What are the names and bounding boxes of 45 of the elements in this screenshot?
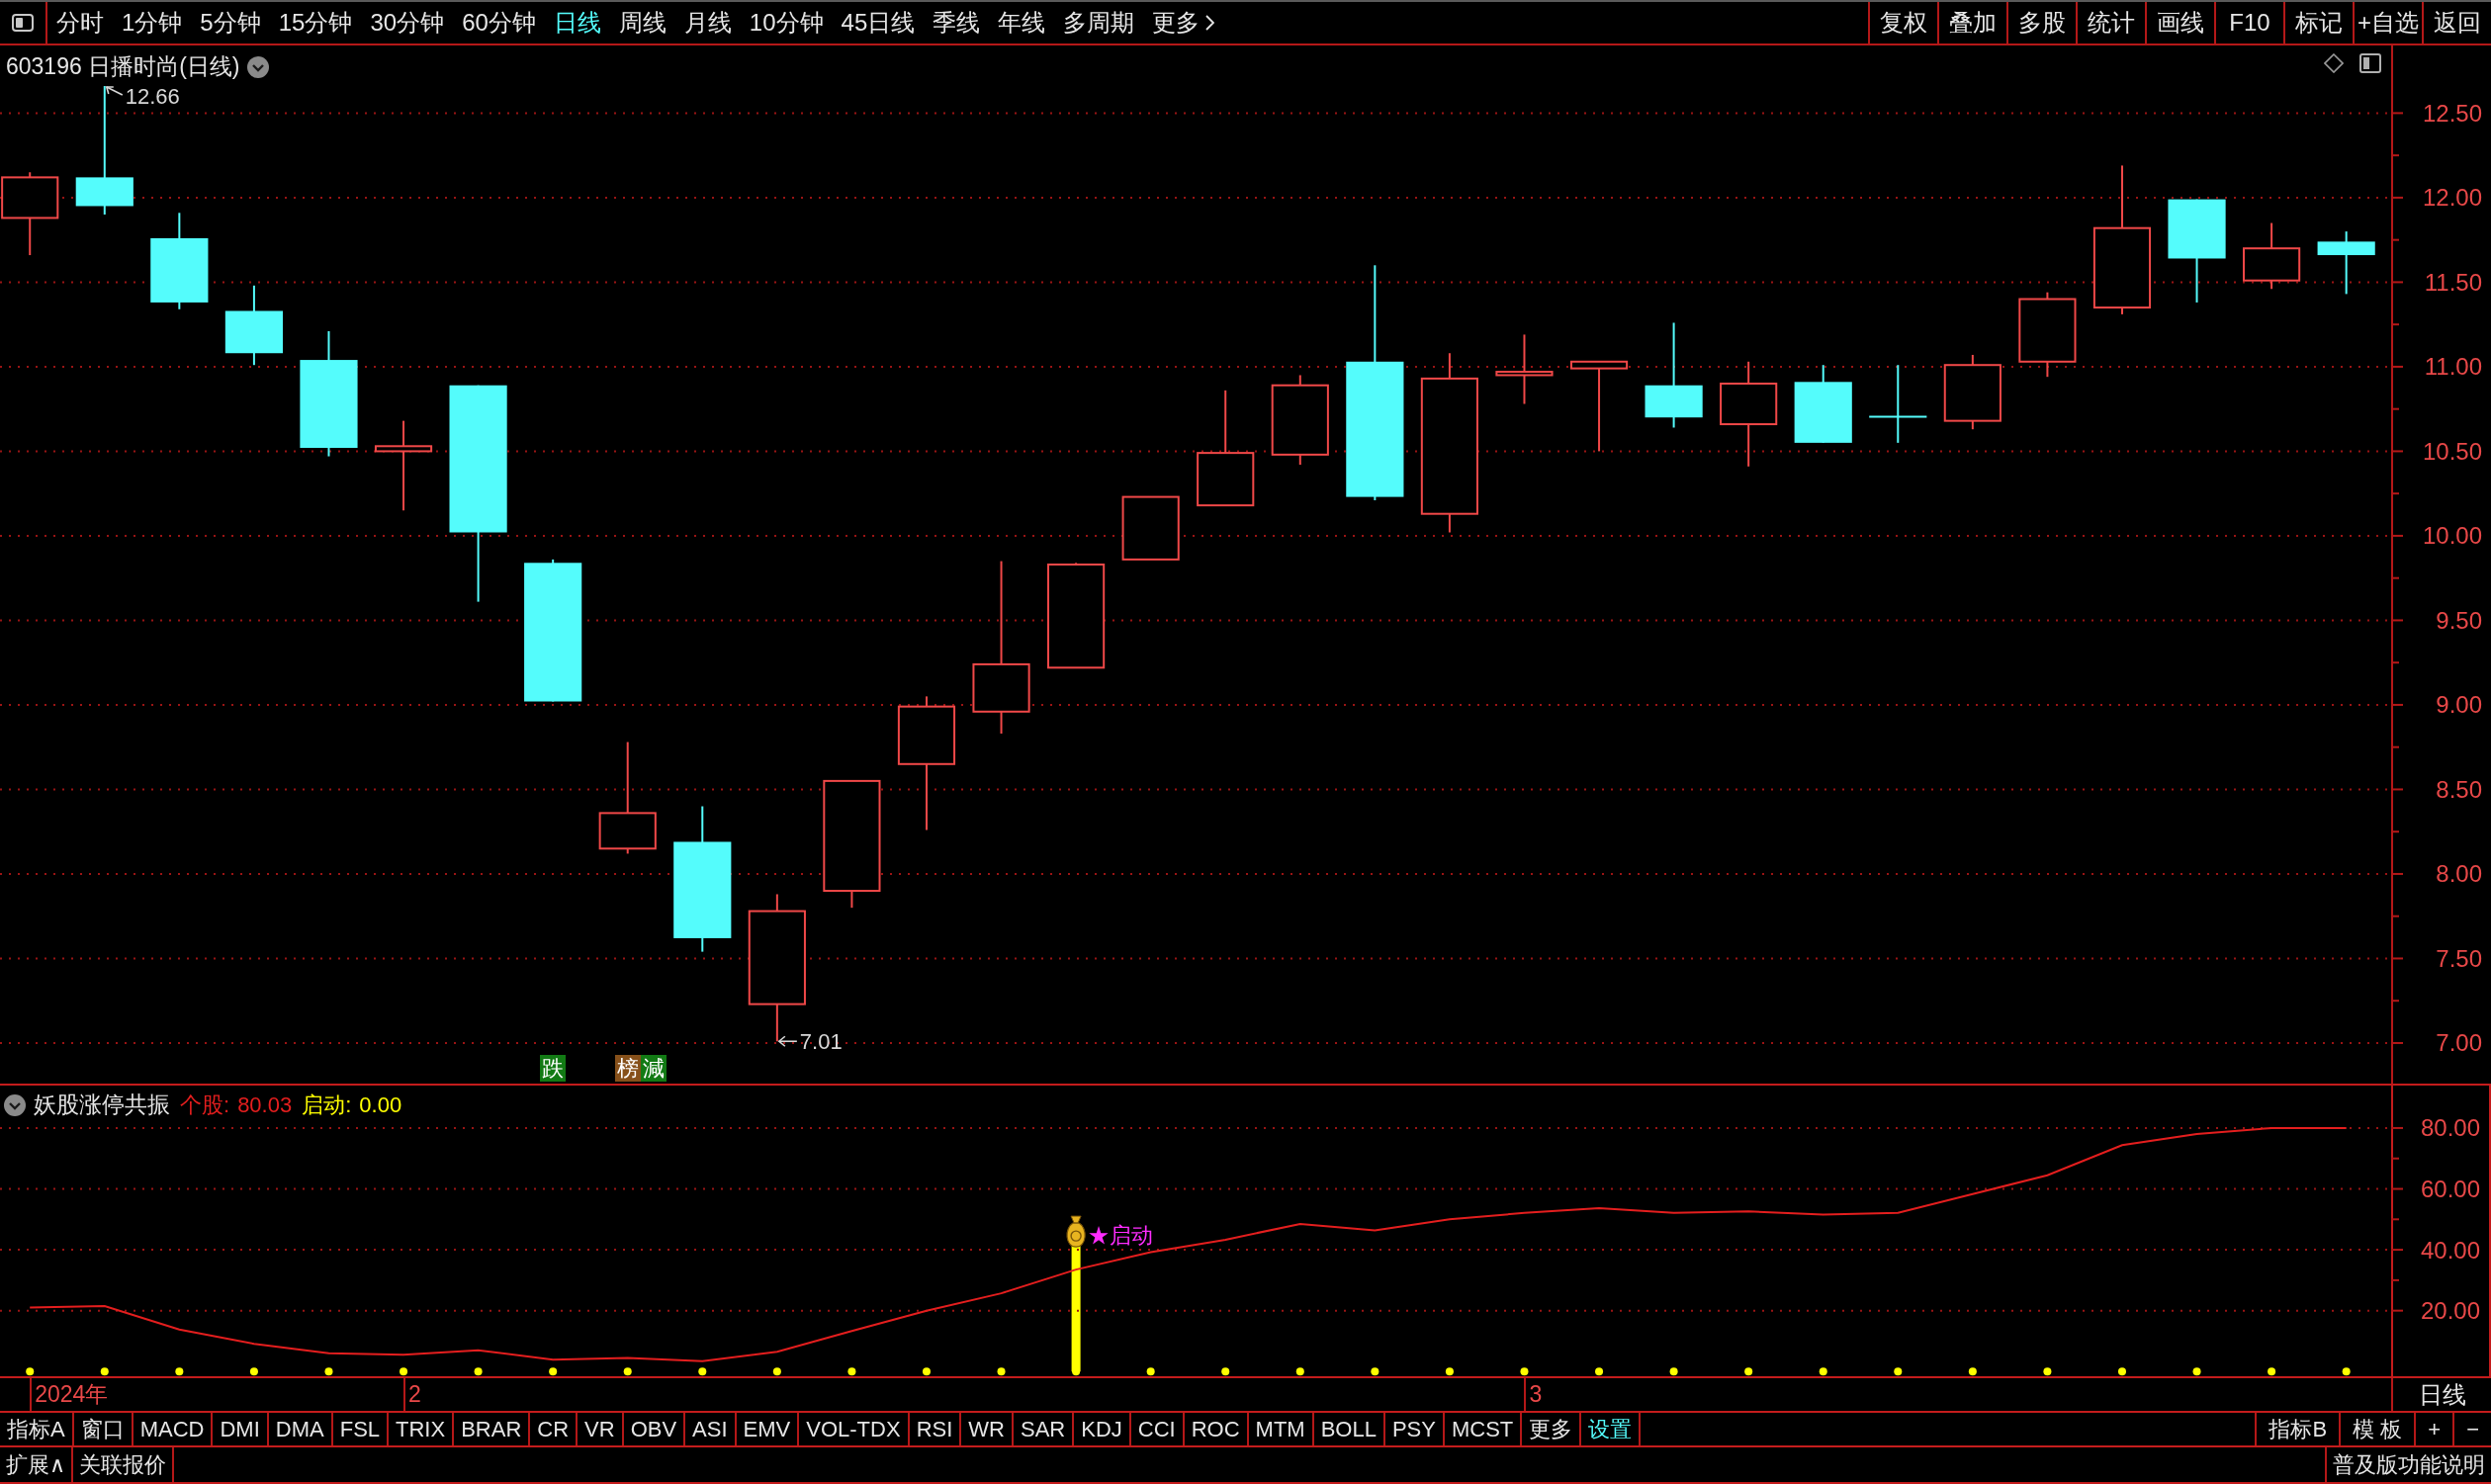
signal-tag: 榜 [614, 1055, 641, 1082]
toolbar-button[interactable]: +自选 [2353, 2, 2422, 44]
signal-label: ★启动 [1088, 1222, 1154, 1248]
y-tick-label: 80.00 [2420, 1114, 2480, 1142]
date-label: 2 [408, 1381, 421, 1408]
panel-icon[interactable] [2359, 53, 2381, 73]
axis-label: 10.00 [2422, 522, 2482, 550]
legend-name: 启动: [302, 1091, 352, 1119]
axis-label: 7.50 [2436, 944, 2482, 972]
axis-label: 12.50 [2422, 99, 2482, 127]
arrow-icon [777, 1035, 798, 1048]
price-label: 12.66 [125, 83, 180, 109]
y-tick-label: 60.00 [2420, 1176, 2480, 1202]
axis-label: 8.00 [2436, 860, 2482, 888]
axis-label: 11.50 [2424, 268, 2482, 296]
date-label: 2024年 [35, 1380, 109, 1409]
caret-icon [1205, 15, 1215, 31]
period-label: 日线 [2418, 1379, 2466, 1410]
candle [1121, 495, 1180, 561]
chevron-down-icon[interactable] [4, 1093, 26, 1116]
money-bag-icon [1066, 1215, 1086, 1248]
legend-value: 80.03 [237, 1091, 293, 1118]
candle [2243, 221, 2301, 291]
signal-tag: 減 [640, 1055, 667, 1082]
diamond-icon[interactable] [2324, 53, 2344, 73]
axis-label: 9.00 [2436, 691, 2482, 719]
indicator-title: 妖股涨停共振 [34, 1091, 170, 1119]
axis-label: 12.00 [2422, 184, 2482, 212]
axis-label: 10.50 [2422, 437, 2482, 465]
axis-label: 8.50 [2436, 775, 2482, 803]
y-tick-label: 40.00 [2420, 1236, 2480, 1264]
chart-title: 603196 日播时尚(日线) [6, 52, 240, 81]
axis-label: 9.50 [2436, 606, 2482, 634]
signal-tag: 跌 [540, 1055, 567, 1082]
axis-label: 11.00 [2424, 353, 2482, 381]
axis-label: 7.00 [2436, 1029, 2482, 1057]
legend-name: 个股: [180, 1091, 230, 1119]
y-tick-label: 20.00 [2420, 1297, 2480, 1325]
candle [2317, 230, 2375, 296]
chevron-down-icon[interactable] [247, 55, 270, 78]
panel-icon [12, 14, 34, 32]
arrow-icon [105, 86, 124, 96]
price-label: 7.01 [799, 1028, 843, 1054]
date-label: 3 [1529, 1381, 1543, 1408]
legend-value: 0.00 [359, 1091, 402, 1118]
